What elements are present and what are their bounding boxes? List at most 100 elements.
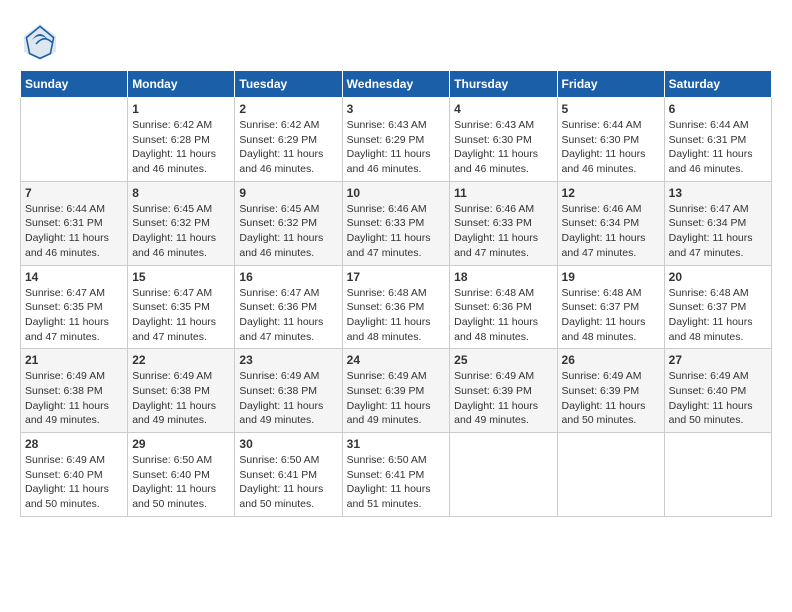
calendar-cell: 29 Sunrise: 6:50 AM Sunset: 6:40 PM Dayli…: [128, 433, 235, 517]
col-header-friday: Friday: [557, 71, 664, 98]
day-info: Sunrise: 6:48 AM Sunset: 6:36 PM Dayligh…: [347, 286, 446, 345]
calendar-cell: 30 Sunrise: 6:50 AM Sunset: 6:41 PM Dayli…: [235, 433, 342, 517]
day-info: Sunrise: 6:48 AM Sunset: 6:37 PM Dayligh…: [669, 286, 767, 345]
day-info: Sunrise: 6:49 AM Sunset: 6:39 PM Dayligh…: [454, 369, 552, 428]
day-number: 7: [25, 186, 123, 200]
calendar-cell: 14 Sunrise: 6:47 AM Sunset: 6:35 PM Dayli…: [21, 265, 128, 349]
day-info: Sunrise: 6:44 AM Sunset: 6:31 PM Dayligh…: [669, 118, 767, 177]
day-info: Sunrise: 6:47 AM Sunset: 6:35 PM Dayligh…: [25, 286, 123, 345]
day-info: Sunrise: 6:45 AM Sunset: 6:32 PM Dayligh…: [239, 202, 337, 261]
week-row-4: 21 Sunrise: 6:49 AM Sunset: 6:38 PM Dayli…: [21, 349, 772, 433]
calendar-cell: 26 Sunrise: 6:49 AM Sunset: 6:39 PM Dayli…: [557, 349, 664, 433]
day-number: 14: [25, 270, 123, 284]
day-number: 27: [669, 353, 767, 367]
day-number: 3: [347, 102, 446, 116]
day-number: 1: [132, 102, 230, 116]
day-number: 30: [239, 437, 337, 451]
day-info: Sunrise: 6:49 AM Sunset: 6:39 PM Dayligh…: [562, 369, 660, 428]
calendar-cell: [664, 433, 771, 517]
day-info: Sunrise: 6:49 AM Sunset: 6:40 PM Dayligh…: [669, 369, 767, 428]
day-info: Sunrise: 6:44 AM Sunset: 6:31 PM Dayligh…: [25, 202, 123, 261]
day-info: Sunrise: 6:44 AM Sunset: 6:30 PM Dayligh…: [562, 118, 660, 177]
calendar-cell: 12Sunrise: 6:46 AM Sunset: 6:34 PM Dayli…: [557, 181, 664, 265]
calendar-cell: 10 Sunrise: 6:46 AM Sunset: 6:33 PM Dayli…: [342, 181, 450, 265]
col-header-sunday: Sunday: [21, 71, 128, 98]
calendar-cell: 24Sunrise: 6:49 AM Sunset: 6:39 PM Dayli…: [342, 349, 450, 433]
calendar-cell: 25Sunrise: 6:49 AM Sunset: 6:39 PM Dayli…: [450, 349, 557, 433]
day-number: 19: [562, 270, 660, 284]
day-number: 11: [454, 186, 552, 200]
day-number: 2: [239, 102, 337, 116]
day-info: Sunrise: 6:49 AM Sunset: 6:38 PM Dayligh…: [239, 369, 337, 428]
day-number: 15: [132, 270, 230, 284]
calendar-cell: 23 Sunrise: 6:49 AM Sunset: 6:38 PM Dayli…: [235, 349, 342, 433]
calendar-cell: 3Sunrise: 6:43 AM Sunset: 6:29 PM Daylig…: [342, 98, 450, 182]
day-info: Sunrise: 6:47 AM Sunset: 6:35 PM Dayligh…: [132, 286, 230, 345]
day-info: Sunrise: 6:50 AM Sunset: 6:41 PM Dayligh…: [347, 453, 446, 512]
calendar-cell: 13Sunrise: 6:47 AM Sunset: 6:34 PM Dayli…: [664, 181, 771, 265]
week-row-3: 14 Sunrise: 6:47 AM Sunset: 6:35 PM Dayli…: [21, 265, 772, 349]
day-number: 23: [239, 353, 337, 367]
day-info: Sunrise: 6:42 AM Sunset: 6:29 PM Dayligh…: [239, 118, 337, 177]
logo-icon: [20, 20, 60, 60]
day-info: Sunrise: 6:48 AM Sunset: 6:36 PM Dayligh…: [454, 286, 552, 345]
calendar-cell: 6 Sunrise: 6:44 AM Sunset: 6:31 PM Daylig…: [664, 98, 771, 182]
week-row-5: 28Sunrise: 6:49 AM Sunset: 6:40 PM Dayli…: [21, 433, 772, 517]
calendar-cell: 20Sunrise: 6:48 AM Sunset: 6:37 PM Dayli…: [664, 265, 771, 349]
calendar-cell: 7 Sunrise: 6:44 AM Sunset: 6:31 PM Daylig…: [21, 181, 128, 265]
calendar-cell: 28Sunrise: 6:49 AM Sunset: 6:40 PM Dayli…: [21, 433, 128, 517]
calendar-cell: 8 Sunrise: 6:45 AM Sunset: 6:32 PM Daylig…: [128, 181, 235, 265]
day-info: Sunrise: 6:48 AM Sunset: 6:37 PM Dayligh…: [562, 286, 660, 345]
day-info: Sunrise: 6:43 AM Sunset: 6:30 PM Dayligh…: [454, 118, 552, 177]
calendar-cell: 18 Sunrise: 6:48 AM Sunset: 6:36 PM Dayli…: [450, 265, 557, 349]
day-number: 21: [25, 353, 123, 367]
day-info: Sunrise: 6:45 AM Sunset: 6:32 PM Dayligh…: [132, 202, 230, 261]
day-info: Sunrise: 6:47 AM Sunset: 6:36 PM Dayligh…: [239, 286, 337, 345]
calendar-cell: [557, 433, 664, 517]
day-number: 6: [669, 102, 767, 116]
day-info: Sunrise: 6:49 AM Sunset: 6:38 PM Dayligh…: [132, 369, 230, 428]
col-header-saturday: Saturday: [664, 71, 771, 98]
calendar-cell: 22 Sunrise: 6:49 AM Sunset: 6:38 PM Dayli…: [128, 349, 235, 433]
col-header-wednesday: Wednesday: [342, 71, 450, 98]
col-header-monday: Monday: [128, 71, 235, 98]
day-number: 26: [562, 353, 660, 367]
day-number: 5: [562, 102, 660, 116]
day-number: 13: [669, 186, 767, 200]
day-info: Sunrise: 6:46 AM Sunset: 6:33 PM Dayligh…: [454, 202, 552, 261]
day-info: Sunrise: 6:50 AM Sunset: 6:41 PM Dayligh…: [239, 453, 337, 512]
logo: [20, 20, 64, 60]
column-headers: SundayMondayTuesdayWednesdayThursdayFrid…: [21, 71, 772, 98]
day-number: 18: [454, 270, 552, 284]
calendar-cell: [21, 98, 128, 182]
col-header-thursday: Thursday: [450, 71, 557, 98]
calendar-cell: 4Sunrise: 6:43 AM Sunset: 6:30 PM Daylig…: [450, 98, 557, 182]
day-number: 29: [132, 437, 230, 451]
calendar-cell: 27 Sunrise: 6:49 AM Sunset: 6:40 PM Dayli…: [664, 349, 771, 433]
calendar-cell: 2 Sunrise: 6:42 AM Sunset: 6:29 PM Daylig…: [235, 98, 342, 182]
day-number: 10: [347, 186, 446, 200]
week-row-2: 7 Sunrise: 6:44 AM Sunset: 6:31 PM Daylig…: [21, 181, 772, 265]
calendar-cell: 21 Sunrise: 6:49 AM Sunset: 6:38 PM Dayli…: [21, 349, 128, 433]
week-row-1: 1 Sunrise: 6:42 AM Sunset: 6:28 PM Daylig…: [21, 98, 772, 182]
calendar-cell: 9 Sunrise: 6:45 AM Sunset: 6:32 PM Daylig…: [235, 181, 342, 265]
day-number: 16: [239, 270, 337, 284]
calendar-cell: 1 Sunrise: 6:42 AM Sunset: 6:28 PM Daylig…: [128, 98, 235, 182]
day-info: Sunrise: 6:46 AM Sunset: 6:34 PM Dayligh…: [562, 202, 660, 261]
calendar-cell: 15 Sunrise: 6:47 AM Sunset: 6:35 PM Dayli…: [128, 265, 235, 349]
day-info: Sunrise: 6:50 AM Sunset: 6:40 PM Dayligh…: [132, 453, 230, 512]
calendar-cell: 19 Sunrise: 6:48 AM Sunset: 6:37 PM Dayli…: [557, 265, 664, 349]
day-info: Sunrise: 6:49 AM Sunset: 6:38 PM Dayligh…: [25, 369, 123, 428]
day-info: Sunrise: 6:42 AM Sunset: 6:28 PM Dayligh…: [132, 118, 230, 177]
day-number: 24: [347, 353, 446, 367]
calendar-cell: 31Sunrise: 6:50 AM Sunset: 6:41 PM Dayli…: [342, 433, 450, 517]
col-header-tuesday: Tuesday: [235, 71, 342, 98]
day-number: 8: [132, 186, 230, 200]
calendar-cell: 16 Sunrise: 6:47 AM Sunset: 6:36 PM Dayli…: [235, 265, 342, 349]
day-number: 22: [132, 353, 230, 367]
day-number: 9: [239, 186, 337, 200]
calendar-cell: [450, 433, 557, 517]
day-info: Sunrise: 6:46 AM Sunset: 6:33 PM Dayligh…: [347, 202, 446, 261]
day-number: 17: [347, 270, 446, 284]
page-header: [20, 20, 772, 60]
